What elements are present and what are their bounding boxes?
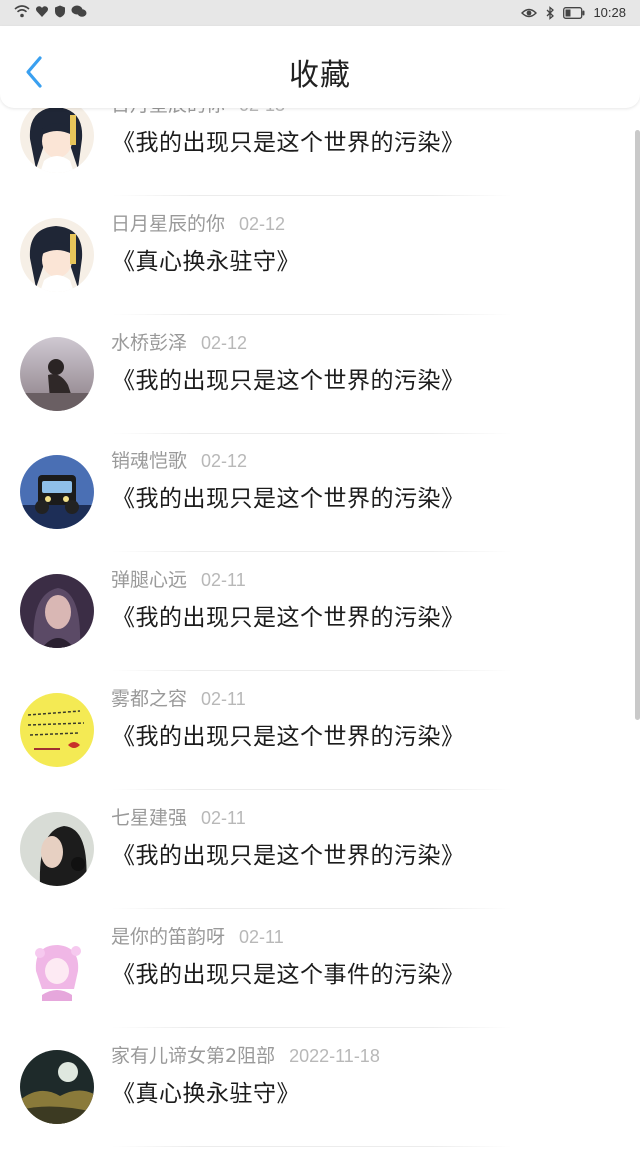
list-item[interactable]: 雾都之容 02-11 《我的出现只是这个世界的污染》: [0, 672, 620, 790]
author-name: 水桥彭泽: [111, 332, 188, 354]
divider: [112, 670, 512, 671]
post-title: 《我的出现只是这个世界的污染》: [112, 130, 465, 156]
post-title: 《我的出现只是这个世界的污染》: [112, 368, 465, 394]
portrait-avatar[interactable]: [20, 574, 94, 648]
divider: [112, 1146, 512, 1147]
author-name: 家有儿谛女第2阻部: [111, 1045, 276, 1067]
post-date: 02-11: [201, 808, 246, 828]
favorites-list: 日月星辰的你02-13 《我的出现只是这个世界的污染》 日月星辰的你02-12 …: [0, 0, 640, 1152]
author-name: 日月星辰的你: [111, 213, 226, 235]
post-date: 02-11: [201, 689, 246, 709]
landscape-avatar[interactable]: [20, 1050, 94, 1124]
scrollbar[interactable]: [635, 130, 640, 720]
post-title: 《我的出现只是这个世界的污染》: [112, 486, 465, 512]
list-item[interactable]: 是你的笛韵呀 02-11 《我的出现只是这个事件的污染》: [0, 910, 620, 1028]
post-title: 《真心换永驻守》: [112, 249, 300, 275]
divider: [112, 789, 512, 790]
divider: [112, 314, 512, 315]
post-title: 《我的出现只是这个世界的污染》: [112, 724, 465, 750]
post-date: 2022-11-18: [289, 1046, 380, 1066]
list-item[interactable]: 水桥彭泽 02-12 《我的出现只是这个世界的污染》: [0, 316, 620, 434]
wifi-icon: [14, 5, 30, 18]
author-name: 是你的笛韵呀: [111, 926, 226, 948]
yellow-note-avatar[interactable]: [20, 693, 94, 767]
divider: [112, 908, 512, 909]
list-item[interactable]: 七星建强 02-11 《我的出现只是这个世界的污染》: [0, 791, 620, 909]
page-title: 收藏: [289, 58, 351, 93]
post-title: 《真心换永驻守》: [112, 1081, 300, 1107]
bluetooth-icon: [546, 5, 555, 20]
divider: [112, 1027, 512, 1028]
author-name: 弹腿心远: [111, 569, 188, 591]
post-date: 02-12: [239, 214, 286, 234]
list-item[interactable]: 弹腿心远 02-11 《我的出现只是这个世界的污染》: [0, 553, 620, 671]
eye-icon: [521, 8, 538, 17]
list-item[interactable]: 日月星辰的你 02-12 《真心换永驻守》: [0, 197, 620, 315]
list-item[interactable]: 家有儿谛女第2阻部 2022-11-18 《真心换永驻守》: [0, 1029, 620, 1147]
divider: [112, 195, 512, 196]
anime-girl-avatar[interactable]: [20, 99, 94, 173]
anime-girl-avatar[interactable]: [20, 218, 94, 292]
header: 收藏: [0, 26, 640, 108]
status-bar: 10:28: [0, 0, 640, 26]
author-name: 七星建强: [111, 807, 188, 829]
post-title: 《我的出现只是这个世界的污染》: [112, 605, 465, 631]
status-time: 10:28: [593, 5, 626, 20]
shield-icon: [55, 5, 65, 18]
profile-avatar[interactable]: [20, 812, 94, 886]
post-date: 02-11: [201, 570, 246, 590]
heart-icon: [35, 6, 49, 17]
post-date: 02-12: [201, 333, 248, 353]
post-title: 《我的出现只是这个世界的污染》: [112, 843, 465, 869]
pink-anime-avatar[interactable]: [20, 931, 94, 1005]
divider: [112, 551, 512, 552]
toy-car-avatar[interactable]: [20, 455, 94, 529]
battery-icon: [563, 6, 585, 19]
sitting-person-avatar[interactable]: [20, 337, 94, 411]
post-date: 02-12: [201, 451, 248, 471]
post-title: 《我的出现只是这个事件的污染》: [112, 962, 465, 988]
post-date: 02-11: [239, 927, 284, 947]
list-item[interactable]: 销魂恺歌 02-12 《我的出现只是这个世界的污染》: [0, 434, 620, 552]
chat-icon: [71, 5, 87, 17]
author-name: 销魂恺歌: [111, 450, 188, 472]
author-name: 雾都之容: [111, 688, 188, 710]
